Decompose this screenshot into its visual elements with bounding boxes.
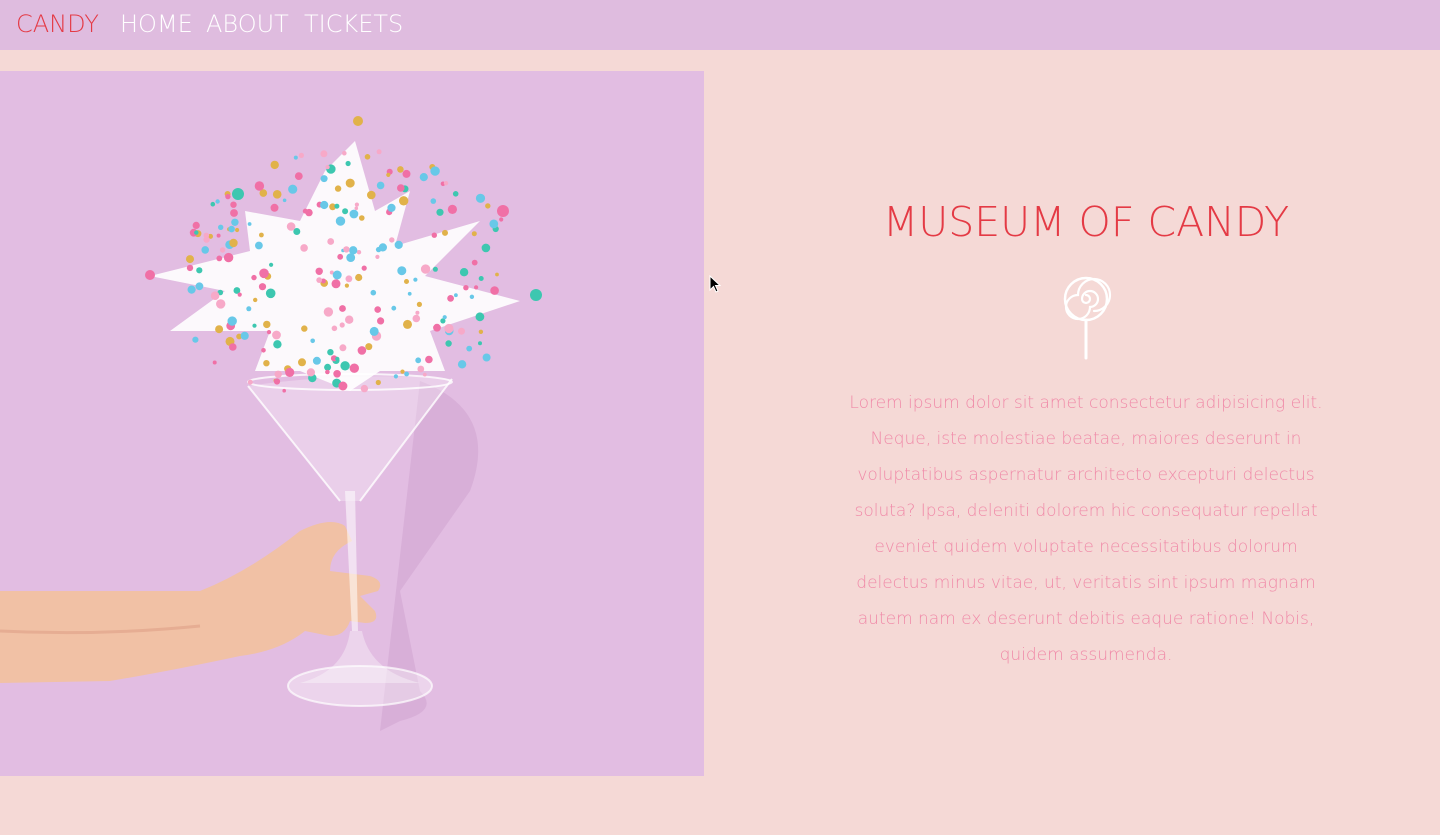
page-title: MUSEUM OF CANDY — [882, 198, 1290, 246]
nav-link-tickets[interactable]: TICKETS — [304, 9, 403, 39]
brand-logo-link[interactable]: CANDY — [16, 9, 99, 39]
top-navbar: CANDY HOME ABOUT TICKETS — [0, 0, 1440, 50]
hero-image — [0, 71, 704, 776]
mouse-cursor-icon — [709, 275, 721, 293]
lollipop-icon — [1063, 276, 1112, 360]
nav-link-about[interactable]: ABOUT — [206, 9, 289, 39]
nav-link-home[interactable]: HOME — [120, 9, 193, 39]
hero-content: MUSEUM OF CANDY Lorem ipsum dolor sit am… — [704, 71, 1440, 776]
description-text: Lorem ipsum dolor sit amet consectetur a… — [849, 393, 1323, 665]
